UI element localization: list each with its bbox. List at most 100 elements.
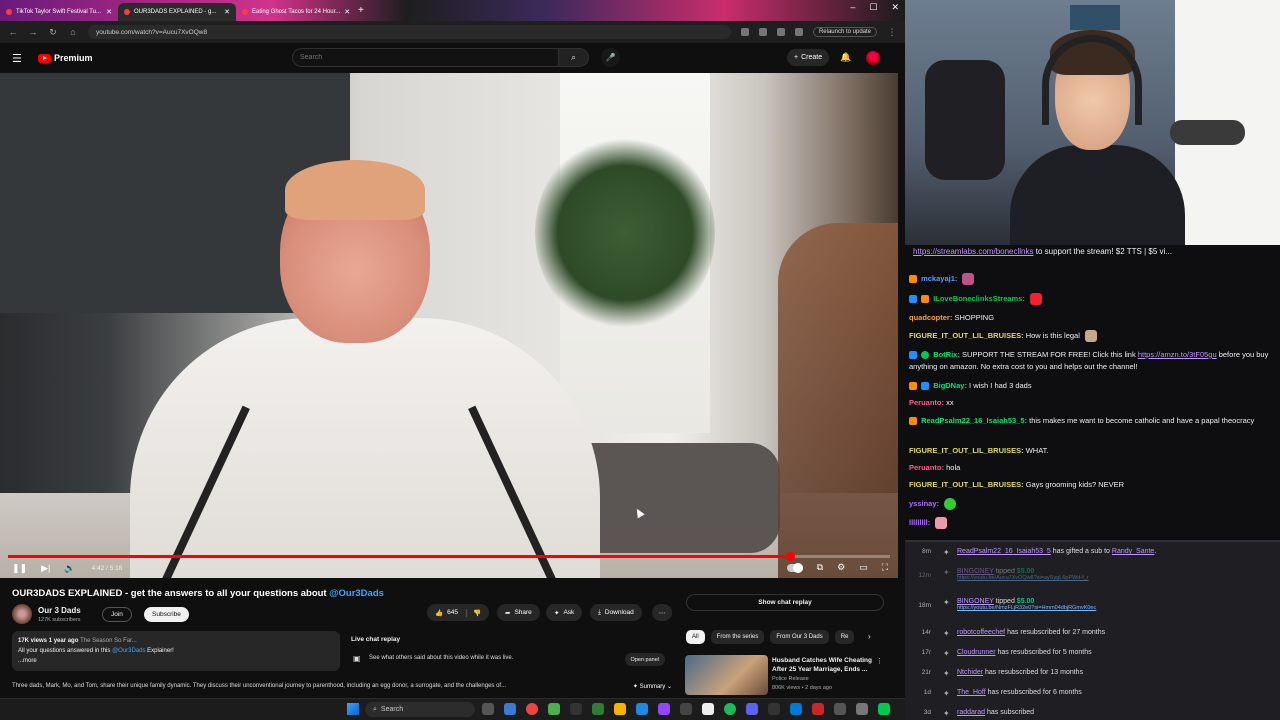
open-panel-button[interactable]: Open panel — [624, 653, 665, 666]
chat-username[interactable]: ILoveBoneclinksStreams: — [933, 294, 1025, 303]
spotify-icon[interactable] — [724, 703, 736, 715]
taskbar-app-icon[interactable] — [878, 703, 890, 715]
chat-username[interactable]: Peruanto: — [909, 398, 944, 407]
taskbar-app-icon[interactable] — [856, 703, 868, 715]
chat-username[interactable]: FIGURE_IT_OUT_LIL_BRUISES: — [909, 331, 1024, 340]
ask-button[interactable]: ✦ Ask — [546, 604, 583, 621]
discord-icon[interactable] — [746, 703, 758, 715]
extension-icon[interactable] — [758, 28, 767, 36]
description-mention[interactable]: @Our3Dads — [112, 648, 145, 654]
feed-user[interactable]: The_Hoff — [957, 689, 986, 696]
browser-tab-ghost-tacos[interactable]: Eating Ghost Tacos for 24 Hour... ✕ — [236, 3, 354, 21]
join-button[interactable]: Join — [102, 607, 132, 622]
chip-from-series[interactable]: From the series — [710, 630, 765, 644]
kebab-menu-icon[interactable]: ⋮ — [876, 657, 883, 665]
thumbs-down-icon[interactable]: 👎 — [465, 608, 481, 617]
close-icon[interactable]: ✕ — [344, 8, 350, 16]
url-input[interactable]: youtube.com/watch?v=Aucu7XvOQw8 — [88, 25, 731, 39]
taskbar-app-icon[interactable] — [812, 703, 824, 715]
recommended-video-title[interactable]: Husband Catches Wife Cheating After 25 Y… — [772, 656, 880, 674]
chrome-icon[interactable] — [526, 703, 538, 715]
settings-gear-icon[interactable]: ⚙ — [837, 562, 845, 573]
extension-icon[interactable] — [776, 28, 785, 36]
chat-username[interactable]: lllllllll: — [909, 518, 930, 527]
extension-icon[interactable] — [794, 28, 803, 36]
feed-user[interactable]: Cloudrunner — [957, 649, 996, 656]
chip-all[interactable]: All — [686, 630, 705, 644]
kebab-menu-icon[interactable]: ⋮ — [887, 27, 897, 38]
new-tab-icon[interactable]: + — [358, 5, 364, 16]
youtube-logo[interactable]: Premium — [38, 53, 93, 63]
feed-target-user[interactable]: Randy_Sante — [1112, 548, 1154, 555]
taskbar-app-icon[interactable] — [702, 703, 714, 715]
file-explorer-icon[interactable] — [614, 703, 626, 715]
taskbar-app-icon[interactable] — [790, 703, 802, 715]
theater-mode-icon[interactable]: ▭ — [859, 562, 868, 573]
chat-username[interactable]: FIGURE_IT_OUT_LIL_BRUISES: — [909, 480, 1024, 489]
task-view-icon[interactable] — [482, 703, 494, 715]
feed-user[interactable]: robotcoffeechef — [957, 629, 1005, 636]
chevron-right-icon[interactable]: › — [868, 632, 871, 641]
close-icon[interactable]: ✕ — [224, 8, 230, 16]
channel-avatar[interactable] — [12, 604, 32, 624]
hamburger-menu-icon[interactable]: ☰ — [12, 52, 26, 65]
fullscreen-icon[interactable]: ⛶ — [882, 562, 888, 573]
chat-username[interactable]: BigDNay: — [933, 381, 967, 390]
recommended-video[interactable]: Husband Catches Wife Cheating After 25 Y… — [685, 655, 885, 695]
forward-icon[interactable]: → — [28, 27, 38, 37]
description-hashtags[interactable]: The Season So Far... — [80, 638, 137, 644]
feed-user[interactable]: Ntchider — [957, 669, 983, 676]
description-more[interactable]: ...more — [18, 656, 334, 666]
taskbar-app-icon[interactable] — [592, 703, 604, 715]
chat-username[interactable]: quadcopter: — [909, 313, 952, 322]
taskbar-app-icon[interactable] — [504, 703, 516, 715]
taskbar-app-icon[interactable] — [680, 703, 692, 715]
twitch-icon[interactable] — [658, 703, 670, 715]
minimize-icon[interactable]: – — [850, 2, 855, 13]
feed-user[interactable]: BINGONEY — [957, 598, 994, 605]
feed-user[interactable]: ReadPsalm22_16_Isaiah53_5 — [957, 548, 1051, 555]
feed-user[interactable]: BINGONEY — [957, 568, 994, 575]
pause-icon[interactable]: ❚❚ — [12, 563, 27, 574]
chat-username[interactable]: Peruanto: — [909, 463, 944, 472]
feed-link[interactable]: https://youtu.be/Aucu7XvOQw8?si=aySygL6p… — [957, 575, 1089, 581]
chat-link[interactable]: https://amzn.to/3tF05gu — [1138, 350, 1217, 359]
recommended-video-thumbnail[interactable] — [685, 655, 768, 695]
next-video-icon[interactable]: ▶| — [41, 563, 50, 574]
video-progress-bar[interactable] — [8, 552, 890, 561]
captions-icon[interactable]: ⧉ — [817, 562, 823, 573]
taskbar-app-icon[interactable] — [768, 703, 780, 715]
taskbar-app-icon[interactable] — [636, 703, 648, 715]
windows-start-icon[interactable] — [347, 703, 359, 715]
notifications-bell-icon[interactable]: 🔔 — [840, 52, 851, 63]
taskbar-app-icon[interactable] — [570, 703, 582, 715]
feed-link[interactable]: https://youtu.be/NmzFLjR32e0?si=Hmm04dbj… — [957, 605, 1096, 611]
autoplay-toggle[interactable] — [786, 563, 803, 573]
browser-tab-our3dads[interactable]: OUR3DADS EXPLAINED - g... ✕ — [118, 3, 236, 21]
chat-username[interactable]: mckayaj1: — [921, 274, 957, 283]
download-button[interactable]: ⤓ Download — [590, 604, 642, 621]
chat-username[interactable]: BotRix: — [933, 350, 960, 359]
search-button[interactable]: ⌕ — [559, 48, 589, 67]
chip-from-channel[interactable]: From Our 3 Dads — [770, 630, 829, 644]
taskbar-app-icon[interactable] — [834, 703, 846, 715]
taskbar-search[interactable]: ⌕ Search — [365, 702, 475, 717]
close-icon[interactable]: ✕ — [106, 8, 112, 16]
chip-related[interactable]: Re — [834, 630, 855, 644]
channel-name[interactable]: Our 3 Dads — [38, 606, 81, 615]
recommended-video-channel[interactable]: Police Release — [772, 676, 809, 682]
taskbar-app-icon[interactable] — [548, 703, 560, 715]
more-actions-button[interactable]: ⋯ — [652, 604, 672, 621]
chat-username[interactable]: yssinay: — [909, 499, 939, 508]
video-player[interactable] — [0, 73, 898, 578]
voice-search-button[interactable]: 🎤 — [601, 48, 620, 67]
show-chat-replay-button[interactable]: Show chat replay — [686, 594, 884, 611]
subscribe-button[interactable]: Subscribe — [144, 607, 189, 622]
create-button[interactable]: + Create — [787, 49, 830, 66]
extension-icon[interactable] — [740, 28, 749, 36]
volume-icon[interactable]: 🔈 — [64, 563, 75, 574]
account-avatar[interactable] — [866, 51, 880, 65]
feed-user[interactable]: raddarad — [957, 709, 985, 716]
reload-icon[interactable]: ↻ — [48, 27, 58, 38]
back-icon[interactable]: ← — [8, 27, 18, 37]
